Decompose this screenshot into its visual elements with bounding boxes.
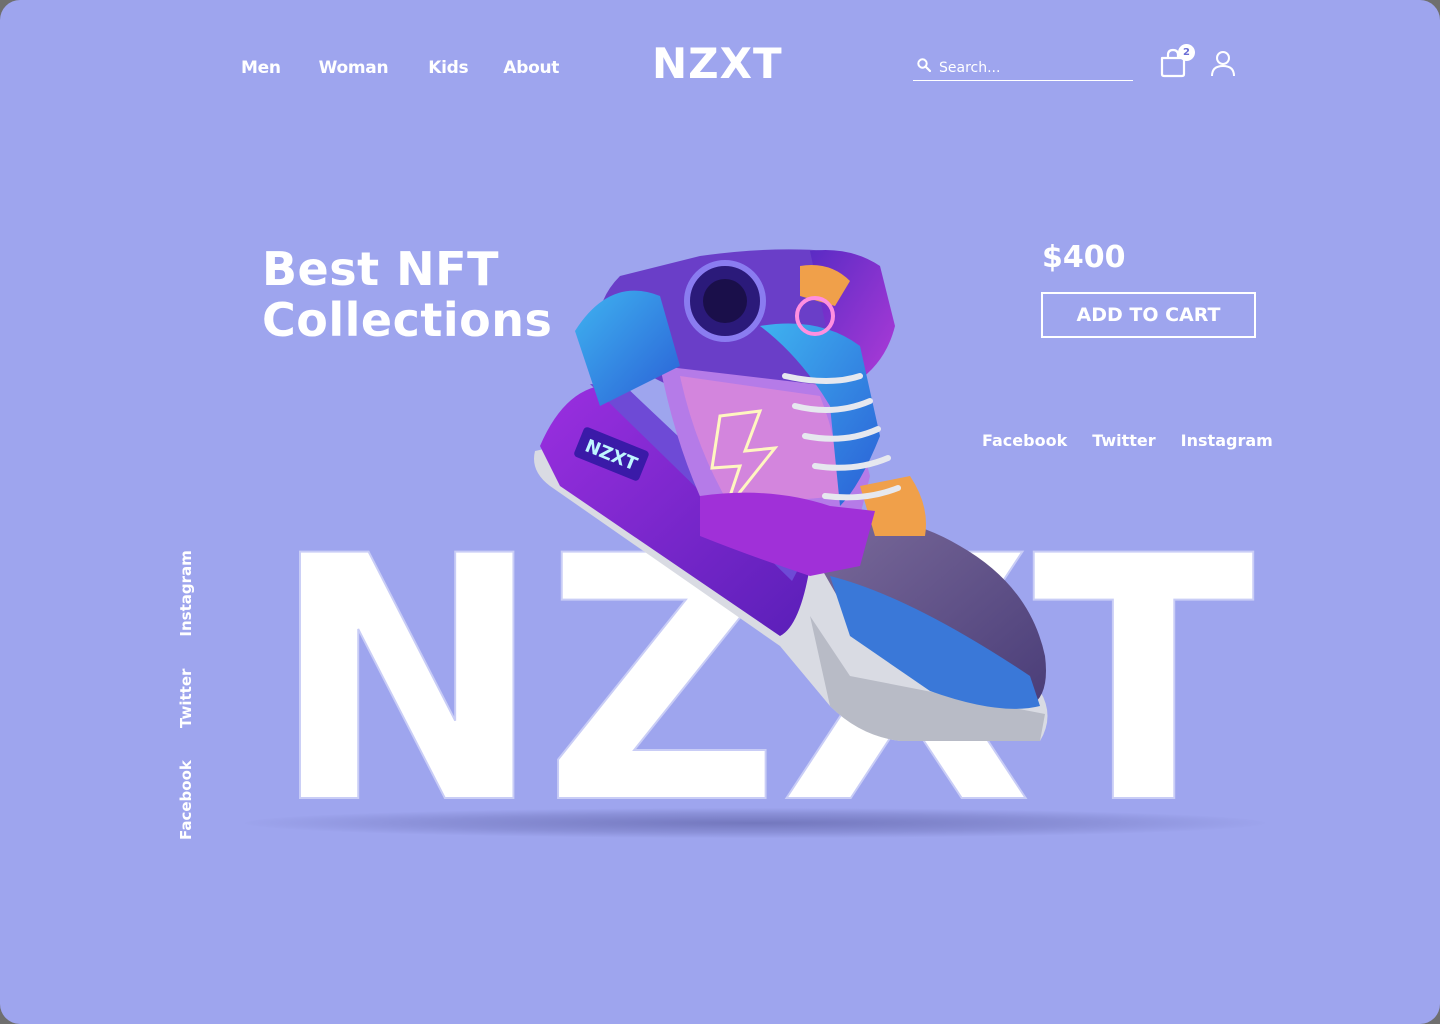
main-nav: Men Woman Kids About — [241, 58, 597, 78]
headline-line-1: Best NFT — [262, 242, 499, 296]
side-link-instagram[interactable]: Instagram — [177, 550, 195, 636]
logo-wordmark: NZXT — [652, 39, 783, 88]
hero-headline: Best NFT Collections — [262, 244, 552, 346]
brand-logo[interactable]: NZXT — [652, 39, 784, 88]
nav-item-kids[interactable]: Kids — [428, 58, 468, 78]
product-price: $400 — [1042, 240, 1126, 275]
side-link-facebook[interactable]: Facebook — [177, 760, 195, 840]
social-links-vertical: Facebook Twitter Instagram — [177, 518, 195, 840]
side-link-twitter[interactable]: Twitter — [177, 669, 195, 729]
nav-item-woman[interactable]: Woman — [319, 58, 389, 78]
social-link-facebook[interactable]: Facebook — [982, 431, 1067, 450]
social-links: Facebook Twitter Instagram — [982, 431, 1298, 450]
search-bar — [913, 54, 1133, 81]
logo-text: NZXT — [652, 40, 783, 84]
add-to-cart-button[interactable]: ADD TO CART — [1041, 292, 1256, 338]
cart-count-badge: 2 — [1178, 44, 1195, 61]
user-icon[interactable] — [1210, 50, 1236, 78]
nav-item-men[interactable]: Men — [241, 58, 281, 78]
landing-page: Men Woman Kids About NZXT 2 Best NFT Col… — [0, 0, 1440, 1024]
nav-item-about[interactable]: About — [503, 58, 559, 78]
social-link-instagram[interactable]: Instagram — [1181, 431, 1273, 450]
product-shadow — [245, 808, 1265, 838]
headline-line-2: Collections — [262, 293, 553, 347]
search-icon[interactable] — [917, 58, 931, 72]
social-link-twitter[interactable]: Twitter — [1092, 431, 1155, 450]
search-input[interactable] — [937, 56, 1131, 80]
nft-sneaker-image[interactable]: NZXT — [530, 236, 1060, 756]
